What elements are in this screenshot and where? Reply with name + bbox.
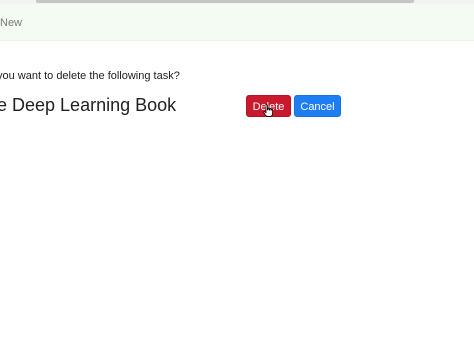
nav-link-new[interactable]: New <box>0 17 22 30</box>
navbar: New <box>0 4 474 41</box>
delete-confirmation-prompt: you want to delete the following task? <box>0 70 180 82</box>
cancel-button[interactable]: Cancel <box>294 95 341 117</box>
scrollbar-thumb[interactable] <box>36 0 414 3</box>
task-title: e Deep Learning Book <box>0 95 177 115</box>
hand-pointer-icon <box>263 104 273 117</box>
